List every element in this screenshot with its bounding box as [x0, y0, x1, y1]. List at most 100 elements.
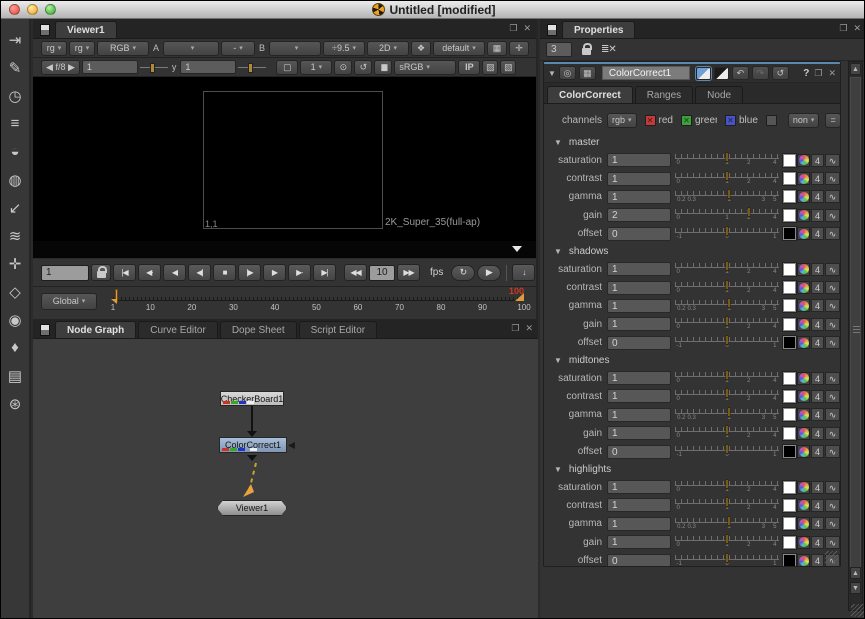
- param-slider[interactable]: 0124: [675, 534, 779, 550]
- slider-handle[interactable]: [726, 534, 729, 544]
- color-wheel-icon[interactable]: [797, 554, 810, 567]
- param-slider[interactable]: 0124: [675, 261, 779, 277]
- channel-layer-select[interactable]: rgb: [607, 113, 637, 128]
- color-wheel-icon[interactable]: [797, 427, 810, 440]
- color-swatch[interactable]: [783, 172, 796, 185]
- color-swatch[interactable]: [783, 517, 796, 530]
- param-slider[interactable]: 0124: [675, 152, 779, 168]
- color-wheel-icon[interactable]: [797, 227, 810, 240]
- expand-channels-button[interactable]: 4: [811, 209, 824, 222]
- lock-panels-icon[interactable]: [582, 48, 591, 55]
- curve-button[interactable]: ∿: [825, 517, 840, 530]
- toolbar-image-icon[interactable]: ⇥: [2, 26, 28, 53]
- param-value-field[interactable]: 1: [607, 262, 671, 276]
- param-value-field[interactable]: 1: [607, 317, 671, 331]
- lut-select[interactable]: sRGB: [394, 60, 456, 75]
- nodegraph-canvas[interactable]: CheckerBoard1 ColorCorrect1 Viewer1: [33, 339, 538, 619]
- toolbar-merge-icon[interactable]: ≋: [2, 222, 28, 249]
- color-wheel-icon[interactable]: [797, 336, 810, 349]
- param-slider[interactable]: -101: [675, 553, 779, 567]
- close-panel-icon[interactable]: ✕: [525, 324, 533, 333]
- float-panel-icon[interactable]: ❐: [839, 24, 847, 33]
- expand-channels-button[interactable]: 4: [811, 263, 824, 276]
- viewer-image-area[interactable]: 1,1 2K_Super_35(full-ap): [33, 77, 536, 241]
- gain-field[interactable]: 1: [82, 60, 138, 74]
- node-viewer1[interactable]: Viewer1: [217, 500, 287, 516]
- tab-node[interactable]: Node: [695, 86, 743, 103]
- param-value-field[interactable]: 1: [607, 517, 671, 531]
- slider-handle[interactable]: [726, 370, 729, 380]
- max-panels-field[interactable]: 3: [546, 42, 572, 57]
- gain-slider[interactable]: [140, 61, 168, 73]
- param-value-field[interactable]: 1: [607, 480, 671, 494]
- step-forward-button[interactable]: |▶: [238, 264, 261, 281]
- scrollbar-thumb[interactable]: [850, 77, 861, 575]
- param-value-field[interactable]: 1: [607, 389, 671, 403]
- exposure-stepper[interactable]: ◀ f/8 ▶: [41, 60, 80, 75]
- goto-end-button[interactable]: ▶|: [313, 264, 336, 281]
- color-swatch[interactable]: [783, 445, 796, 458]
- timeline-track[interactable]: 1102030405060708090100100: [113, 291, 524, 311]
- param-slider[interactable]: 0124: [675, 370, 779, 386]
- slider-handle[interactable]: [726, 226, 729, 236]
- current-frame-field[interactable]: 1: [41, 265, 89, 281]
- color-wheel-icon[interactable]: [797, 299, 810, 312]
- toolbar-time-icon[interactable]: ◷: [2, 82, 28, 109]
- snapshot-icon[interactable]: ▦: [579, 66, 596, 80]
- expand-channels-button[interactable]: 4: [811, 499, 824, 512]
- slider-handle[interactable]: [728, 298, 731, 308]
- collapse-section-icon[interactable]: ▼: [554, 247, 562, 256]
- param-slider[interactable]: 0124: [675, 207, 779, 223]
- gamma-field[interactable]: 1: [180, 60, 236, 74]
- toolbar-views-icon[interactable]: ◉: [2, 306, 28, 333]
- float-panel-icon[interactable]: ❐: [814, 69, 822, 78]
- tab-script-editor[interactable]: Script Editor: [299, 321, 377, 338]
- wipe-channel-b-select[interactable]: rg: [69, 41, 95, 56]
- color-swatch[interactable]: [783, 390, 796, 403]
- toolbar-channel-icon[interactable]: ≡: [2, 110, 28, 137]
- flipbook-button[interactable]: ↓: [512, 264, 535, 281]
- float-panel-icon[interactable]: ❐: [509, 24, 517, 33]
- param-value-field[interactable]: 1: [607, 408, 671, 422]
- play-backward-button[interactable]: ◀: [163, 264, 186, 281]
- wipe-mode-select[interactable]: -: [221, 41, 255, 56]
- viewer-process-icon[interactable]: ❖: [411, 41, 431, 56]
- expand-channels-button[interactable]: 4: [811, 427, 824, 440]
- collapse-section-icon[interactable]: ▼: [554, 465, 562, 474]
- color-swatch[interactable]: [783, 499, 796, 512]
- channel-checkbox-alpha[interactable]: [766, 115, 777, 126]
- param-value-field[interactable]: 1: [607, 190, 671, 204]
- swap-ab-icon[interactable]: [696, 67, 711, 80]
- expand-channels-button[interactable]: 4: [811, 154, 824, 167]
- param-value-field[interactable]: 1: [607, 426, 671, 440]
- param-value-field[interactable]: 0: [607, 227, 671, 241]
- curve-button[interactable]: ∿: [825, 227, 840, 240]
- param-value-field[interactable]: 1: [607, 299, 671, 313]
- param-slider[interactable]: -101: [675, 444, 779, 460]
- color-swatch[interactable]: [783, 281, 796, 294]
- equals-button[interactable]: =: [825, 113, 840, 128]
- param-slider[interactable]: 0124: [675, 280, 779, 296]
- param-slider[interactable]: 0124: [675, 425, 779, 441]
- view-mode-select[interactable]: 2D: [367, 41, 409, 56]
- expand-channels-button[interactable]: 4: [811, 172, 824, 185]
- panel-handle-icon[interactable]: [547, 24, 557, 36]
- slider-handle[interactable]: [726, 388, 729, 398]
- float-panel-icon[interactable]: ❐: [511, 324, 519, 333]
- panel-handle-icon[interactable]: [40, 324, 50, 336]
- color-swatch[interactable]: [783, 190, 796, 203]
- expand-channels-button[interactable]: 4: [811, 517, 824, 530]
- param-value-field[interactable]: 1: [607, 535, 671, 549]
- slider-handle[interactable]: [728, 407, 731, 417]
- color-wheel-icon[interactable]: [797, 536, 810, 549]
- layer-select[interactable]: 1: [300, 60, 332, 75]
- frame-increment-field[interactable]: 10: [369, 265, 395, 281]
- channel-checkbox-red[interactable]: ✕: [645, 115, 656, 126]
- slider-handle[interactable]: [726, 316, 729, 326]
- update-icon[interactable]: ⊙: [334, 60, 352, 75]
- revert-icon[interactable]: ↺: [772, 66, 789, 80]
- center-node-icon[interactable]: ◎: [559, 66, 576, 80]
- curve-button[interactable]: ∿: [825, 408, 840, 421]
- tab-ranges[interactable]: Ranges: [635, 86, 693, 103]
- curve-button[interactable]: ∿: [825, 499, 840, 512]
